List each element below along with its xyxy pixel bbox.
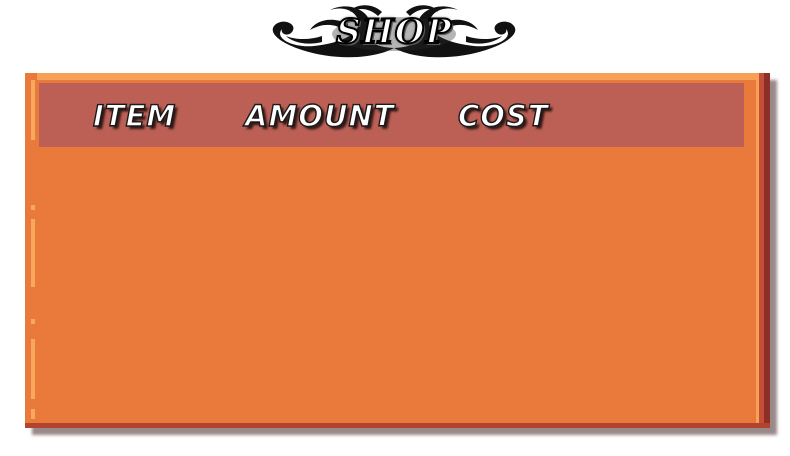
panel-right-border — [756, 73, 770, 428]
column-header-amount: AMOUNT — [244, 98, 395, 133]
panel-left-stripe — [31, 219, 35, 287]
column-header-cost: COST — [457, 98, 549, 133]
panel-left-stripe — [31, 205, 35, 210]
shop-item-list — [39, 151, 744, 421]
panel-bottom-border — [25, 423, 770, 428]
panel-left-stripe — [31, 409, 35, 419]
panel-left-stripe — [31, 319, 35, 324]
panel-left-stripe — [31, 80, 35, 140]
panel-top-border — [25, 73, 770, 80]
shop-column-header: ITEM AMOUNT COST — [39, 83, 744, 147]
panel-left-stripe — [31, 339, 35, 399]
shop-title: SHOP — [335, 11, 452, 53]
column-header-item: ITEM — [92, 98, 177, 133]
shop-title-banner: SHOP — [262, 2, 526, 64]
shop-panel: ITEM AMOUNT COST — [25, 73, 770, 428]
